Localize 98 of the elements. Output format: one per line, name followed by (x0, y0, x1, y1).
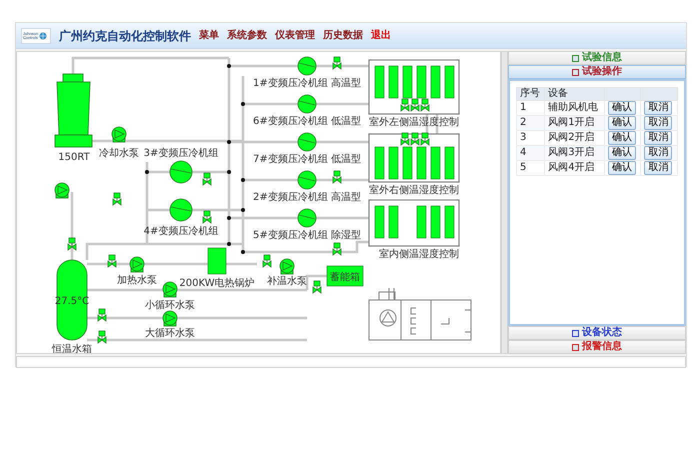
electric-boiler (208, 248, 226, 274)
globe-icon (39, 32, 48, 40)
table-cell: 2 (516, 116, 545, 130)
table-cell: 风阀1开启 (544, 116, 604, 130)
menu-link[interactable]: 系统参数 (227, 28, 267, 43)
status-tile (374, 146, 384, 180)
row-button[interactable]: 确认 (608, 101, 636, 115)
valve-icon (68, 238, 76, 251)
pump-label: 大循环水泵 (145, 328, 195, 339)
status-tile (374, 66, 384, 98)
panel-label: 室外右侧温湿度控制 (369, 185, 459, 196)
status-tile (444, 66, 454, 98)
scrollbar[interactable] (501, 51, 508, 354)
row-button[interactable]: 确认 (608, 131, 636, 145)
menu-link[interactable]: 仪表管理 (275, 28, 315, 43)
valve-icon (262, 254, 272, 268)
chiller-label: 3#变频压冷机组 (144, 148, 218, 159)
row-button[interactable]: 取消 (644, 146, 672, 160)
valve-icon (202, 210, 212, 224)
table-cell: 风阀3开启 (544, 146, 604, 160)
pump-label: 加热水泵 (117, 275, 157, 286)
storage-tank (326, 266, 364, 286)
compressor-icon (298, 56, 316, 76)
valve-icon (332, 242, 342, 256)
section-header[interactable]: 报警信息 (508, 340, 686, 354)
valve-icon (202, 172, 212, 186)
pump-icon (54, 182, 70, 198)
chiller-label: 2#变频压冷机组 高温型 (253, 192, 361, 203)
status-tile (388, 206, 398, 238)
section-header[interactable]: 试验操作 (508, 65, 686, 79)
compressor-icon (170, 198, 192, 222)
table-cell: 5 (516, 160, 545, 176)
column-header: 设备 (544, 88, 604, 100)
panel-label: 室外左侧温湿度控制 (369, 117, 459, 128)
compressor-icon (298, 94, 316, 114)
pump-icon (112, 126, 126, 142)
chiller-label: 1#变频压冷机组 高温型 (253, 78, 361, 89)
row-button[interactable]: 确认 (608, 161, 636, 175)
chiller-label: 6#变频压冷机组 低温型 (253, 116, 361, 127)
chiller-label: 4#变频压冷机组 (144, 226, 218, 237)
valve-icon (420, 98, 430, 112)
status-tile (444, 206, 454, 238)
menu-link[interactable]: 退出 (371, 28, 391, 43)
valve-icon (98, 308, 106, 322)
status-tile (416, 66, 426, 98)
menu-link[interactable]: 历史数据 (323, 28, 363, 43)
table-cell: 风阀4开启 (544, 160, 604, 176)
pump-icon (130, 256, 144, 272)
status-tile (430, 206, 440, 238)
pump-icon (162, 310, 178, 326)
row-button[interactable]: 确认 (608, 146, 636, 160)
status-tile (388, 146, 398, 180)
menu-link[interactable]: 菜单 (199, 28, 219, 43)
valve-icon (420, 132, 430, 146)
panel-label: 室内侧温湿度控制 (379, 249, 459, 260)
valve-icon (400, 98, 410, 112)
section-header[interactable]: 设备状态 (508, 326, 686, 340)
valve-icon (400, 132, 410, 146)
valve-icon (108, 254, 116, 268)
status-tile (388, 66, 398, 98)
row-button[interactable]: 取消 (644, 116, 672, 130)
pump-label: 小循环水泵 (145, 300, 195, 311)
status-tile (402, 66, 412, 98)
status-tile (430, 66, 440, 98)
cooling-tower-icon (54, 74, 92, 148)
status-tile (374, 206, 384, 238)
pump-icon (280, 258, 294, 274)
status-tile (416, 206, 426, 238)
pump-icon (162, 282, 178, 298)
storage-label: 蓄能箱 (330, 272, 360, 283)
valve-icon (410, 98, 420, 112)
valve-icon (332, 56, 342, 70)
row-button[interactable]: 取消 (644, 131, 672, 145)
chiller-label: 7#变频压冷机组 低温型 (253, 154, 361, 165)
tower-label: 150RT (58, 152, 90, 163)
tank-label: 恒温水箱 (52, 344, 92, 353)
compressor-icon (298, 170, 316, 190)
valve-icon (312, 280, 322, 294)
table-cell: 4 (516, 146, 545, 160)
pump-label: 补温水泵 (267, 276, 307, 287)
compressor-icon (170, 160, 192, 184)
row-button[interactable]: 取消 (644, 161, 672, 175)
status-tile (444, 146, 454, 180)
valve-icon (332, 170, 342, 184)
chiller-label: 5#变频压冷机组 除湿型 (253, 230, 361, 241)
row-button[interactable]: 取消 (644, 101, 672, 115)
section-header[interactable]: 试验信息 (508, 51, 686, 65)
valve-icon (112, 192, 122, 206)
valve-icon (410, 132, 420, 146)
compressor-icon (298, 132, 316, 152)
compressor-icon (298, 208, 316, 228)
column-header: 序号 (516, 88, 545, 100)
pump-label: 冷却水泵 (99, 148, 139, 159)
row-button[interactable]: 确认 (608, 116, 636, 130)
status-tile (430, 146, 440, 180)
valve-icon (98, 330, 106, 344)
app-title: 广州约克自动化控制软件 (59, 28, 191, 44)
boiler-label: 200KW电热锅炉 (179, 278, 255, 289)
